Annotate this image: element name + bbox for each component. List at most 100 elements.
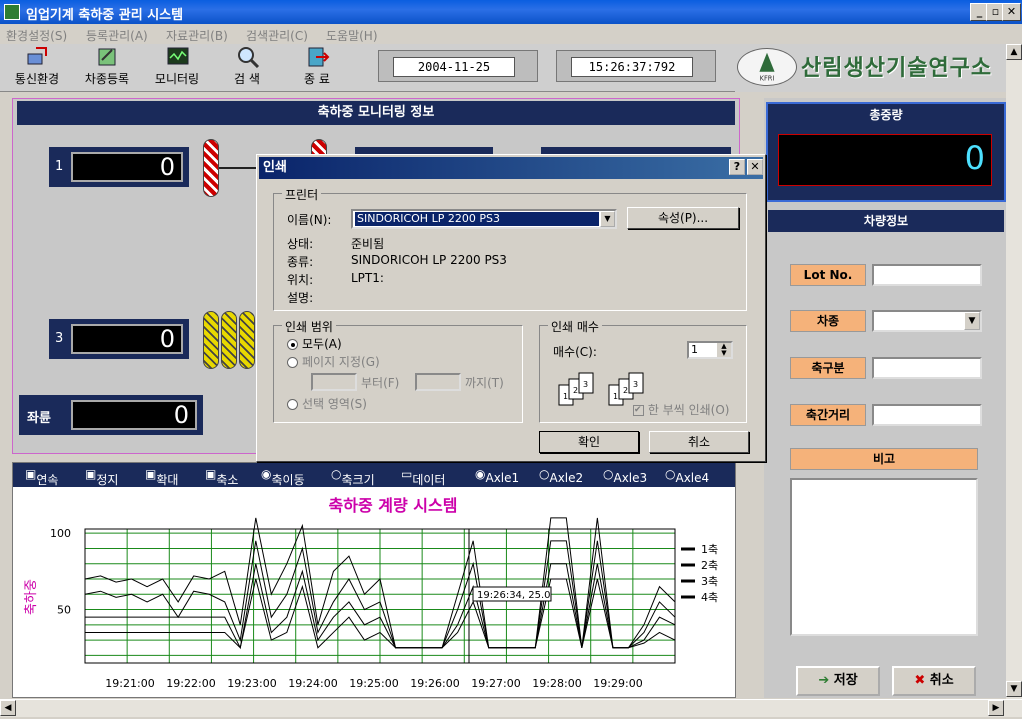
search-button[interactable]: 검 색 <box>212 44 282 90</box>
tire-left-3b <box>221 311 237 369</box>
institute-name: 산림생산기술연구소 <box>801 56 993 81</box>
help-icon[interactable]: ? <box>729 159 745 175</box>
copies-value: 1 <box>691 343 698 356</box>
axle4-radio[interactable]: ○ Axle4 <box>665 467 709 485</box>
axle-1-number: 1 <box>55 159 64 174</box>
menu-search[interactable]: 검색관리(C) <box>246 27 308 44</box>
legend-label-2: 2축 <box>701 559 718 572</box>
axle-class-input[interactable] <box>872 357 982 379</box>
app-icon <box>4 4 20 20</box>
menu-data[interactable]: 자료관리(B) <box>166 27 228 44</box>
spinner-arrows-icon[interactable]: ▲ ▼ <box>717 343 731 357</box>
dialog-title: 인쇄 <box>263 160 287 175</box>
scroll-right-icon[interactable]: ▶ <box>988 700 1004 716</box>
where-label: 위치: <box>287 273 314 287</box>
close-button[interactable]: ✕ <box>1002 3 1021 21</box>
vehicle-register-label: 차종등록 <box>84 72 130 86</box>
axle-3-value: 0 <box>71 324 183 354</box>
monitoring-button[interactable]: 모니터링 <box>142 44 212 90</box>
x-tick-label: 19:23:00 <box>227 677 276 690</box>
print-dialog: 인쇄 ? ✕ 프린터 이름(N): SINDORICOH LP 2200 PS3… <box>256 154 766 462</box>
menu-help[interactable]: 도움말(H) <box>326 27 378 44</box>
x-tick-label: 19:28:00 <box>532 677 581 690</box>
dialog-cancel-button[interactable]: 취소 <box>649 431 749 453</box>
register-icon <box>98 48 116 66</box>
axle-3-number: 3 <box>55 331 64 346</box>
remarks-textarea[interactable] <box>790 478 978 636</box>
x-tick-label: 19:21:00 <box>105 677 154 690</box>
dialog-close-icon[interactable]: ✕ <box>747 159 763 175</box>
network-settings-label: 통신환경 <box>14 72 60 86</box>
axle-line <box>219 167 259 169</box>
properties-button[interactable]: 속성(P)... <box>627 207 739 229</box>
scroll-up-icon[interactable]: ▲ <box>1006 44 1022 60</box>
exit-icon <box>308 47 330 67</box>
horizontal-scrollbar[interactable]: ◀ ▶ <box>0 699 1022 717</box>
vertical-scrollbar[interactable]: ▲ ▼ <box>1006 44 1022 699</box>
tooltip-text: 19:26:34, 25.0 <box>477 590 551 601</box>
left-wheel-value: 0 <box>71 400 197 430</box>
collate-checkbox[interactable]: ✔ 한 부씩 인쇄(O) <box>633 401 729 418</box>
axle-distance-label: 축간거리 <box>790 404 866 426</box>
tire-left-3c <box>239 311 255 369</box>
chart-data-button[interactable]: ▭ 데이터 <box>401 467 445 487</box>
cancel-button[interactable]: ✖ 취소 <box>892 666 976 696</box>
print-range-label: 인쇄 범위 <box>282 318 336 335</box>
y-axis-label: 축하중 <box>24 579 39 615</box>
monitoring-label: 모니터링 <box>154 72 200 86</box>
total-weight-display: 0 <box>778 134 992 186</box>
status-value: 준비됨 <box>351 237 385 251</box>
page-from-input[interactable] <box>311 373 357 391</box>
monitor-icon <box>167 47 189 65</box>
save-icon: ➔ <box>818 673 830 688</box>
save-button[interactable]: ➔ 저장 <box>796 666 880 696</box>
svg-text:1: 1 <box>563 392 568 401</box>
axle2-radio[interactable]: ○ Axle2 <box>539 467 583 485</box>
vehicle-type-label: 차종 <box>790 310 866 332</box>
from-label: 부터(F) <box>361 376 400 390</box>
printer-select[interactable]: SINDORICOH LP 2200 PS3 ▼ <box>351 209 617 229</box>
copies-group-label: 인쇄 매수 <box>548 318 602 335</box>
x-tick-label: 19:29:00 <box>593 677 642 690</box>
x-axis-label: TIME <box>379 695 406 697</box>
chart-continuous-button[interactable]: ▣ 연속 <box>25 467 58 487</box>
range-all-radio[interactable]: 모두(A) <box>287 335 342 352</box>
x-icon: ✖ <box>914 673 926 688</box>
vehicle-register-button[interactable]: 차종등록 <box>72 44 142 90</box>
axle3-radio[interactable]: ○ Axle3 <box>603 467 647 485</box>
scroll-down-icon[interactable]: ▼ <box>1006 681 1022 697</box>
menu-register[interactable]: 등록관리(A) <box>86 27 148 44</box>
chart-axis-move-radio[interactable]: ◉ 축이동 <box>261 467 305 487</box>
printer-name-label: 이름(N): <box>287 213 332 227</box>
svg-text:2: 2 <box>573 386 578 395</box>
time-panel: 15:26:37:792 <box>556 50 716 82</box>
axle-1-value: 0 <box>71 152 183 182</box>
chart-stop-button[interactable]: ▣ 정지 <box>85 467 118 487</box>
vehicle-type-select[interactable]: ▼ <box>872 310 982 332</box>
copies-spinner[interactable]: 1 ▲ ▼ <box>687 341 733 359</box>
lot-no-input[interactable] <box>872 264 982 286</box>
x-tick-label: 19:22:00 <box>166 677 215 690</box>
printer-group-label: 프린터 <box>282 186 322 203</box>
chart-zoom-in-button[interactable]: ▣ 확대 <box>145 467 178 487</box>
range-selection-radio[interactable]: 선택 영역(S) <box>287 395 367 412</box>
scroll-left-icon[interactable]: ◀ <box>0 700 16 716</box>
network-settings-button[interactable]: 통신환경 <box>2 44 72 90</box>
chart-axis-size-radio[interactable]: ○ 축크기 <box>331 467 375 487</box>
menu-settings[interactable]: 환경설정(S) <box>6 27 67 44</box>
axle1-radio[interactable]: ◉ Axle1 <box>475 467 519 485</box>
x-tick-label: 19:25:00 <box>349 677 398 690</box>
chart-zoom-out-button[interactable]: ▣ 축소 <box>205 467 238 487</box>
axle-distance-input[interactable] <box>872 404 982 426</box>
chevron-down-icon[interactable]: ▼ <box>600 211 615 227</box>
chart-panel: ▣ 연속 ▣ 정지 ▣ 확대 ▣ 축소 ◉ 축이동 ○ 축크기 ▭ 데이터 ◉ … <box>12 462 736 698</box>
chart-title: 축하중 계량 시스템 <box>329 496 458 515</box>
range-pages-radio[interactable]: 페이지 지정(G) <box>287 353 380 370</box>
ok-button[interactable]: 확인 <box>539 431 639 453</box>
svg-text:1: 1 <box>613 392 618 401</box>
exit-button[interactable]: 종 료 <box>282 44 352 90</box>
page-to-input[interactable] <box>415 373 461 391</box>
chevron-down-icon[interactable]: ▼ <box>964 312 980 330</box>
x-tick-label: 19:24:00 <box>288 677 337 690</box>
total-weight-value: 0 <box>964 139 985 177</box>
